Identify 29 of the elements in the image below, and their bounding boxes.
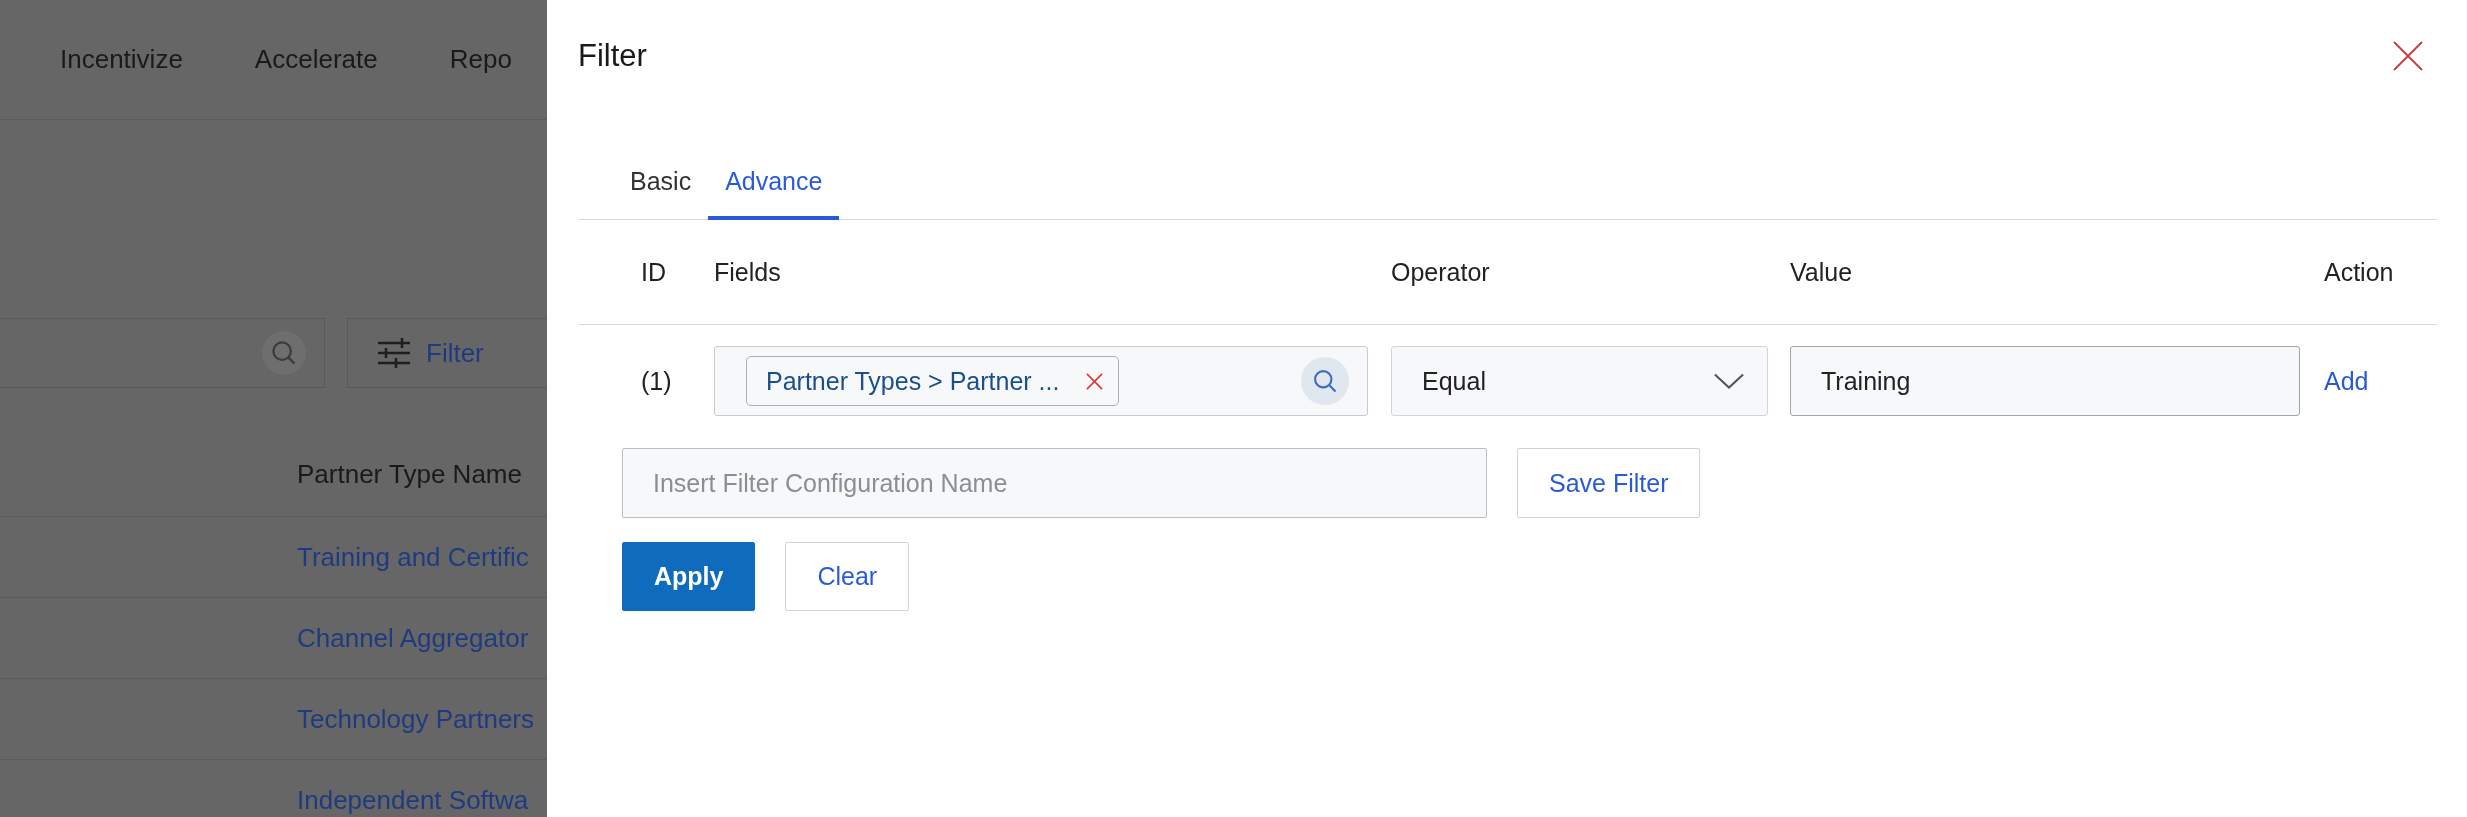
column-header: ID <box>641 257 667 287</box>
tab[interactable]: Basic <box>613 153 709 220</box>
column-header: Fields <box>714 257 782 287</box>
panel-title: Filter <box>578 38 647 74</box>
column-header: Partner Type Name <box>297 458 522 490</box>
field-picker[interactable]: Partner Types > Partner ... <box>714 346 1368 416</box>
search-icon[interactable] <box>1301 357 1349 405</box>
apply-button[interactable]: Apply <box>622 542 756 611</box>
filter-name-field[interactable]: Insert Filter Configuration Name <box>622 448 1487 518</box>
column-header: Action <box>2324 257 2395 287</box>
save-filter-button[interactable]: Save Filter <box>1517 448 1701 518</box>
nav-link[interactable]: Repo <box>449 44 512 75</box>
chevron-down-icon <box>1713 371 1745 391</box>
clear-button[interactable]: Clear <box>785 542 910 611</box>
row-id: (1) <box>641 366 673 396</box>
close-icon[interactable] <box>2393 41 2423 71</box>
column-header: Value <box>1790 257 1854 287</box>
remove-icon[interactable] <box>1085 371 1105 391</box>
chip-label: Partner Types > Partner ... <box>766 366 1060 396</box>
nav-link[interactable]: Accelerate <box>254 44 378 75</box>
operator-dropdown[interactable]: Equal <box>1391 346 1768 416</box>
nav-link[interactable]: Incentivize <box>60 44 183 75</box>
column-header: Operator <box>1391 257 1491 287</box>
sliders-icon <box>376 335 412 371</box>
value-field[interactable]: Training <box>1790 346 2300 416</box>
add-link[interactable]: Add <box>2324 366 2437 396</box>
tab[interactable]: Advance <box>708 153 840 220</box>
search-field[interactable] <box>0 318 325 388</box>
search-icon[interactable] <box>262 331 306 375</box>
